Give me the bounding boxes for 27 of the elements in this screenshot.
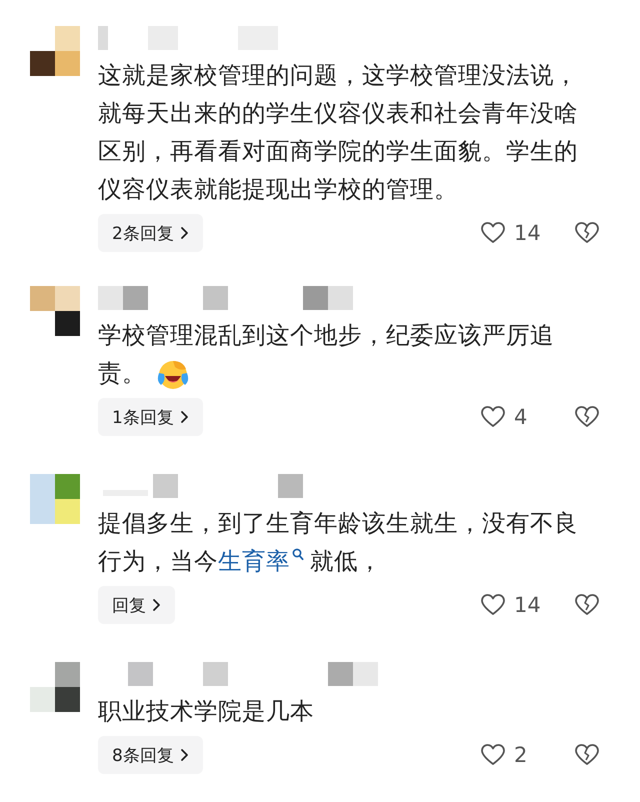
- search-link[interactable]: 生育率: [218, 547, 304, 575]
- replies-button[interactable]: 8条回复: [98, 736, 203, 774]
- heart-icon[interactable]: [480, 593, 506, 617]
- replies-button[interactable]: 1条回复: [98, 398, 203, 436]
- comment-text: 学校管理混乱到这个地步，纪委应该严厉追责。: [98, 316, 594, 392]
- replies-button[interactable]: 2条回复: [98, 214, 203, 252]
- broken-heart-icon[interactable]: [574, 593, 600, 617]
- chevron-icon: [180, 226, 189, 240]
- like-count: 14: [514, 593, 542, 617]
- broken-heart-icon[interactable]: [574, 221, 600, 245]
- heart-icon[interactable]: [480, 221, 506, 245]
- chevron-icon: [152, 598, 161, 612]
- search-icon: [292, 548, 304, 562]
- comment-text: 这就是家校管理的问题，这学校管理没法说，就每天出来的的学生仪容仪表和社会青年没啥区别，再看看对面商学院的学生面貌。学生的仪容仪表就能提现出学校的管理。: [98, 60, 579, 205]
- chevron-icon: [180, 410, 189, 424]
- comment-text: 职业技术学院是几本: [98, 696, 315, 727]
- like-count: 4: [514, 405, 528, 429]
- comment-text: 提倡多生，到了生育年龄该生就生，没有不良行为，当今生育率 就低，: [98, 508, 579, 577]
- chevron-icon: [180, 748, 189, 762]
- replies-button[interactable]: 回复: [98, 586, 175, 624]
- like-count: 2: [514, 743, 528, 767]
- heart-icon[interactable]: [480, 743, 506, 767]
- broken-heart-icon[interactable]: [574, 405, 600, 429]
- heart-icon[interactable]: [480, 405, 506, 429]
- broken-heart-icon[interactable]: [574, 743, 600, 767]
- laughing-emoji-icon: [156, 358, 190, 391]
- like-count: 14: [514, 221, 542, 245]
